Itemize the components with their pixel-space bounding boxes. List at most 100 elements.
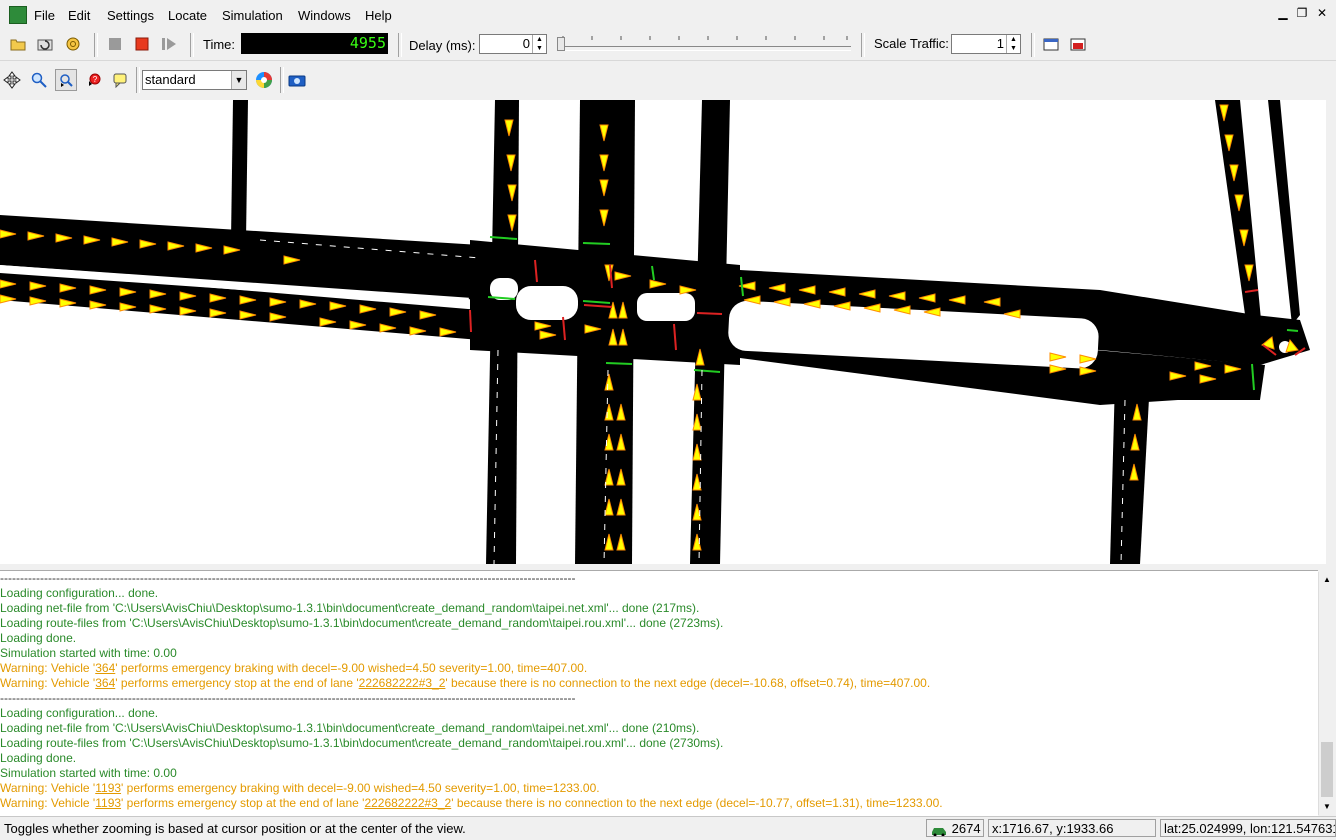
toolbar-separator xyxy=(94,33,98,57)
log-line: Loading net-file from 'C:\Users\AvisChiu… xyxy=(0,601,700,615)
log-line: Loading route-files from 'C:\Users\AvisC… xyxy=(0,616,724,630)
spinner-arrows-icon[interactable]: ▲ ▼ xyxy=(532,35,546,53)
new-view-icon[interactable] xyxy=(1040,33,1062,55)
lane-link[interactable]: 222682222#3_2 xyxy=(364,796,451,810)
menu-windows[interactable]: Windows xyxy=(298,8,351,23)
new-3d-view-icon[interactable] xyxy=(1067,33,1089,55)
open-folder-icon[interactable] xyxy=(7,33,29,55)
toolbar-separator xyxy=(861,33,865,57)
lane-link[interactable]: 222682222#3_2 xyxy=(359,676,446,690)
scroll-thumb[interactable] xyxy=(1321,742,1333,797)
toolbar-separator xyxy=(1031,33,1035,57)
log-text: ' performs emergency braking with decel=… xyxy=(115,661,588,675)
log-line: Warning: Vehicle '364' performs emergenc… xyxy=(0,661,1318,676)
svg-text:?: ? xyxy=(93,75,98,84)
car-icon xyxy=(932,827,946,836)
color-scheme-value: standard xyxy=(145,72,196,87)
log-line: ----------------------------------------… xyxy=(0,691,576,705)
log-line: Loading done. xyxy=(0,631,77,645)
slider-thumb[interactable] xyxy=(557,37,565,51)
menu-simulation[interactable]: Simulation xyxy=(222,8,283,23)
log-text: ' performs emergency stop at the end of … xyxy=(121,796,365,810)
view-toolbar: ? standard ▼ xyxy=(0,62,1336,98)
scale-traffic-value: 1 xyxy=(996,36,1004,51)
menu-settings[interactable]: Settings xyxy=(107,8,154,23)
scroll-up-icon[interactable]: ▲ xyxy=(1319,572,1335,588)
log-line: Loading configuration... done. xyxy=(0,706,159,720)
sumo-app-icon xyxy=(9,6,27,24)
vehicle-link[interactable]: 364 xyxy=(95,676,115,690)
time-label: Time: xyxy=(203,37,236,52)
message-log[interactable]: ----------------------------------------… xyxy=(0,570,1318,816)
slider-track xyxy=(557,46,851,51)
log-line: Loading done. xyxy=(0,751,77,765)
status-bar: Toggles whether zooming is based at curs… xyxy=(0,816,1336,840)
log-text: Warning: Vehicle ' xyxy=(0,796,96,810)
close-network-icon[interactable] xyxy=(62,33,84,55)
spinner-arrows-icon[interactable]: ▲ ▼ xyxy=(1006,35,1020,53)
latlon-cell: lat:25.024999, lon:121.547631 xyxy=(1160,819,1336,837)
log-text: ' because there is no connection to the … xyxy=(445,676,931,690)
log-line: Loading route-files from 'C:\Users\AvisC… xyxy=(0,736,724,750)
delay-label: Delay (ms): xyxy=(409,38,476,53)
log-line: Warning: Vehicle '1193' performs emergen… xyxy=(0,781,1318,796)
log-line: ----------------------------------------… xyxy=(0,571,576,585)
close-icon[interactable]: ✕ xyxy=(1315,6,1329,20)
vehicle-count: 2674 xyxy=(951,821,981,836)
locate-icon[interactable] xyxy=(55,69,77,91)
vehicle-link[interactable]: 1193 xyxy=(95,781,121,795)
toolbar-separator xyxy=(136,67,140,93)
log-line: Loading configuration... done. xyxy=(0,586,159,600)
log-scrollbar[interactable]: ▲ ▼ xyxy=(1318,572,1335,815)
simulation-view[interactable]: 0 10m xyxy=(0,100,1326,564)
cursor-latlon: lat:25.024999, lon:121.547631 xyxy=(1164,821,1336,836)
road-network xyxy=(0,100,1310,564)
scroll-down-icon[interactable]: ▼ xyxy=(1319,799,1335,815)
log-text: ' because there is no connection to the … xyxy=(451,796,943,810)
log-line: Warning: Vehicle '1193' performs emergen… xyxy=(0,796,1318,811)
log-text: Warning: Vehicle ' xyxy=(0,661,96,675)
info-icon[interactable]: ? xyxy=(82,69,104,91)
menu-edit[interactable]: Edit xyxy=(68,8,90,23)
vehicle-count-cell: 2674 xyxy=(926,819,984,837)
menu-help[interactable]: Help xyxy=(365,8,392,23)
vehicle-link[interactable]: 364 xyxy=(95,661,115,675)
color-wheel-icon[interactable] xyxy=(253,69,275,91)
log-text: ' performs emergency stop at the end of … xyxy=(115,676,359,690)
xy-cell: x:1716.67, y:1933.66 xyxy=(988,819,1156,837)
zoom-icon[interactable] xyxy=(28,69,50,91)
log-text: Warning: Vehicle ' xyxy=(0,781,96,795)
delay-spinner[interactable]: 0 ▲ ▼ xyxy=(479,34,547,54)
screenshot-icon[interactable] xyxy=(286,69,308,91)
color-scheme-select[interactable]: standard ▼ xyxy=(142,70,247,90)
status-message: Toggles whether zooming is based at curs… xyxy=(4,821,466,836)
log-line: Warning: Vehicle '364' performs emergenc… xyxy=(0,676,1318,691)
chevron-down-icon[interactable]: ▼ xyxy=(231,71,246,89)
view-edge xyxy=(1326,100,1336,564)
restore-icon[interactable]: ❐ xyxy=(1295,6,1309,20)
delay-value: 0 xyxy=(522,36,530,51)
toolbar-separator xyxy=(190,33,194,57)
log-text: Warning: Vehicle ' xyxy=(0,676,96,690)
log-text: ' performs emergency braking with decel=… xyxy=(121,781,600,795)
stop-icon[interactable] xyxy=(131,33,153,55)
cursor-xy: x:1716.67, y:1933.66 xyxy=(992,821,1114,836)
reload-icon[interactable] xyxy=(34,33,56,55)
start-icon[interactable] xyxy=(104,33,126,55)
scale-traffic-spinner[interactable]: 1 ▲ ▼ xyxy=(951,34,1021,54)
main-toolbar: Time: 4955 Delay (ms): 0 ▲ ▼ Scale Traffi… xyxy=(0,30,1336,61)
menu-bar: File Edit Settings Locate Simulation Win… xyxy=(0,0,1336,31)
minimize-icon[interactable]: ▁ xyxy=(1276,6,1290,20)
menu-locate[interactable]: Locate xyxy=(168,8,207,23)
tooltip-icon[interactable] xyxy=(109,69,131,91)
menu-file[interactable]: File xyxy=(34,8,55,23)
delay-slider[interactable] xyxy=(555,34,853,52)
scale-traffic-label: Scale Traffic: xyxy=(874,36,949,51)
recenter-icon[interactable] xyxy=(1,69,23,91)
step-icon[interactable] xyxy=(158,33,180,55)
time-display: 4955 xyxy=(241,33,388,54)
toolbar-separator xyxy=(280,67,284,93)
vehicle-link[interactable]: 1193 xyxy=(95,796,121,810)
log-line: Simulation started with time: 0.00 xyxy=(0,646,177,660)
log-line: Simulation started with time: 0.00 xyxy=(0,766,177,780)
